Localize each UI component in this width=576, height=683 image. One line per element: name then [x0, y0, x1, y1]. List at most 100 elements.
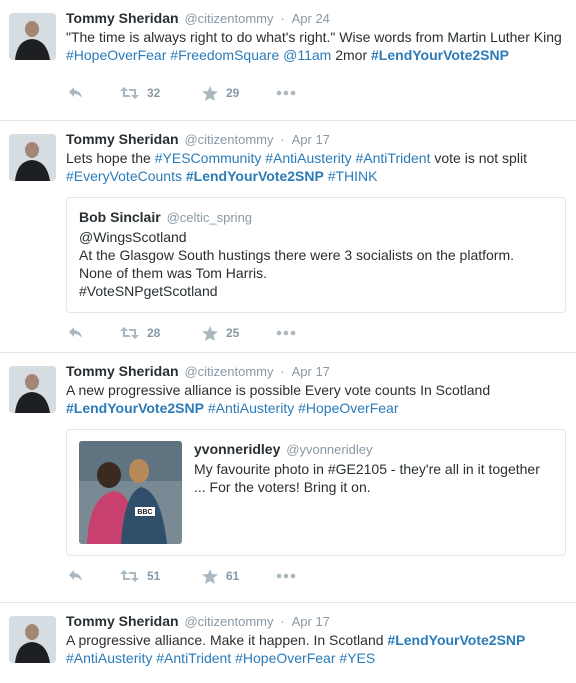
timestamp[interactable]: Apr 17 [292, 614, 330, 629]
hashtag-link[interactable]: #AntiTrident [156, 650, 231, 666]
avatar[interactable] [9, 616, 56, 663]
tweet-text: A progressive alliance. Make it happen. … [66, 631, 566, 667]
reply-icon [69, 87, 82, 98]
tweet-text: A new progressive alliance is possible E… [66, 381, 566, 417]
favorite-button[interactable]: 29 [202, 85, 276, 101]
tweet-header: Tommy Sheridan @citizentommy · Apr 17 [66, 130, 566, 148]
mention-link[interactable]: @11am [283, 47, 331, 63]
tweet-header: Tommy Sheridan @citizentommy · Apr 24 [66, 9, 566, 27]
favorite-icon [202, 325, 218, 341]
more-button[interactable] [276, 90, 296, 96]
favorite-count: 25 [226, 326, 240, 340]
author-handle[interactable]: @citizentommy [184, 614, 273, 629]
author-handle[interactable]: @citizentommy [184, 364, 273, 379]
separator: · [280, 11, 285, 26]
author-name[interactable]: Tommy Sheridan [66, 131, 179, 147]
quoted-media-tweet[interactable]: BBC yvonneridley @yvonneridley My favour… [66, 429, 566, 556]
hashtag-link[interactable]: #LendYourVote2SNP [66, 400, 204, 416]
hashtag-link[interactable]: #AntiAusterity [208, 400, 294, 416]
more-button[interactable] [276, 573, 296, 579]
hashtag-link[interactable]: #THINK [328, 168, 378, 184]
quoted-line: None of them was Tom Harris. [79, 265, 268, 281]
tweet[interactable]: Tommy Sheridan @citizentommy · Apr 17 A … [0, 353, 576, 603]
hashtag-link[interactable]: #AntiAusterity [265, 150, 351, 166]
hashtag-link[interactable]: #HopeOverFear [66, 47, 166, 63]
favorite-button[interactable]: 61 [202, 568, 276, 584]
author-name[interactable]: Tommy Sheridan [66, 613, 179, 629]
text-segment: A progressive alliance. Make it happen. … [66, 632, 388, 648]
reply-button[interactable] [68, 86, 120, 100]
favorite-icon [202, 568, 218, 584]
hashtag-link[interactable]: #FreedomSquare [170, 47, 279, 63]
hashtag-link[interactable]: #AntiTrident [356, 150, 431, 166]
reply-button[interactable] [68, 326, 120, 340]
more-icon [276, 330, 296, 336]
tweet-text: "The time is always right to do what's r… [66, 28, 566, 64]
quoted-tweet[interactable]: Bob Sinclair @celtic_spring @WingsScotla… [66, 197, 566, 313]
quoted-author-name: yvonneridley [194, 441, 281, 457]
hashtag-link[interactable]: #LendYourVote2SNP [371, 47, 509, 63]
author-name[interactable]: Tommy Sheridan [66, 363, 179, 379]
retweet-count: 28 [147, 326, 161, 340]
retweet-icon [120, 570, 139, 582]
quoted-author-name: Bob Sinclair [79, 209, 161, 225]
tweet-header: Tommy Sheridan @citizentommy · Apr 17 [66, 612, 566, 630]
hashtag-link[interactable]: #EveryVoteCounts [66, 168, 182, 184]
author-name[interactable]: Tommy Sheridan [66, 10, 179, 26]
retweet-icon [120, 87, 139, 99]
hashtag-link[interactable]: #HopeOverFear [235, 650, 335, 666]
text-segment: 2mor [331, 47, 372, 63]
tweet[interactable]: Tommy Sheridan @citizentommy · Apr 17 Le… [0, 121, 576, 353]
photo-badge: BBC [137, 509, 152, 516]
text-segment: "The time is always right to do what's r… [66, 29, 562, 45]
quoted-text: My favourite photo in #GE2105 - they're … [194, 461, 540, 495]
retweet-icon [120, 327, 139, 339]
retweet-count: 51 [147, 569, 161, 583]
quoted-line: At the Glasgow South hustings there were… [79, 247, 515, 263]
favorite-count: 61 [226, 569, 240, 583]
avatar[interactable] [9, 13, 56, 60]
timeline: Tommy Sheridan @citizentommy · Apr 24 "T… [0, 0, 576, 683]
quoted-line: @WingsScotland [79, 229, 187, 245]
quoted-line: #VoteSNPgetScotland [79, 283, 218, 299]
timestamp[interactable]: Apr 24 [292, 11, 330, 26]
more-button[interactable] [276, 330, 296, 336]
retweet-button[interactable]: 51 [120, 569, 202, 583]
separator: · [280, 614, 285, 629]
quoted-author-handle: @yvonneridley [286, 442, 373, 457]
reply-icon [69, 327, 82, 338]
text-segment: Lets hope the [66, 150, 155, 166]
tweet-actions: 28 25 [66, 313, 566, 353]
tweet[interactable]: Tommy Sheridan @citizentommy · Apr 24 "T… [0, 0, 576, 121]
hashtag-link[interactable]: #LendYourVote2SNP [186, 168, 324, 184]
tweet[interactable]: Tommy Sheridan @citizentommy · Apr 17 A … [0, 603, 576, 683]
avatar[interactable] [9, 366, 56, 413]
retweet-button[interactable]: 32 [120, 86, 202, 100]
reply-icon [69, 570, 82, 581]
tweet-actions: 51 61 [66, 556, 566, 596]
hashtag-link[interactable]: #YES [339, 650, 375, 666]
timestamp[interactable]: Apr 17 [292, 364, 330, 379]
favorite-icon [202, 85, 218, 101]
avatar[interactable] [9, 134, 56, 181]
more-icon [276, 90, 296, 96]
reply-button[interactable] [68, 569, 120, 583]
separator: · [280, 364, 285, 379]
hashtag-link[interactable]: #AntiAusterity [66, 650, 152, 666]
text-segment: A new progressive alliance is possible E… [66, 382, 491, 398]
hashtag-link[interactable]: #LendYourVote2SNP [387, 632, 525, 648]
quoted-author-handle: @celtic_spring [166, 210, 253, 225]
author-handle[interactable]: @citizentommy [184, 132, 273, 147]
hashtag-link[interactable]: #YESCommunity [155, 150, 262, 166]
retweet-button[interactable]: 28 [120, 326, 202, 340]
hashtag-link[interactable]: #HopeOverFear [298, 400, 398, 416]
separator: · [280, 132, 285, 147]
favorite-button[interactable]: 25 [202, 325, 276, 341]
quoted-text: @WingsScotland At the Glasgow South hust… [79, 228, 553, 300]
text-segment: vote is not split [430, 150, 527, 166]
timestamp[interactable]: Apr 17 [292, 132, 330, 147]
quoted-photo[interactable]: BBC [79, 441, 182, 544]
author-handle[interactable]: @citizentommy [184, 11, 273, 26]
tweet-header: Tommy Sheridan @citizentommy · Apr 17 [66, 362, 566, 380]
tweet-text: Lets hope the #YESCommunity #AntiAusteri… [66, 149, 566, 185]
